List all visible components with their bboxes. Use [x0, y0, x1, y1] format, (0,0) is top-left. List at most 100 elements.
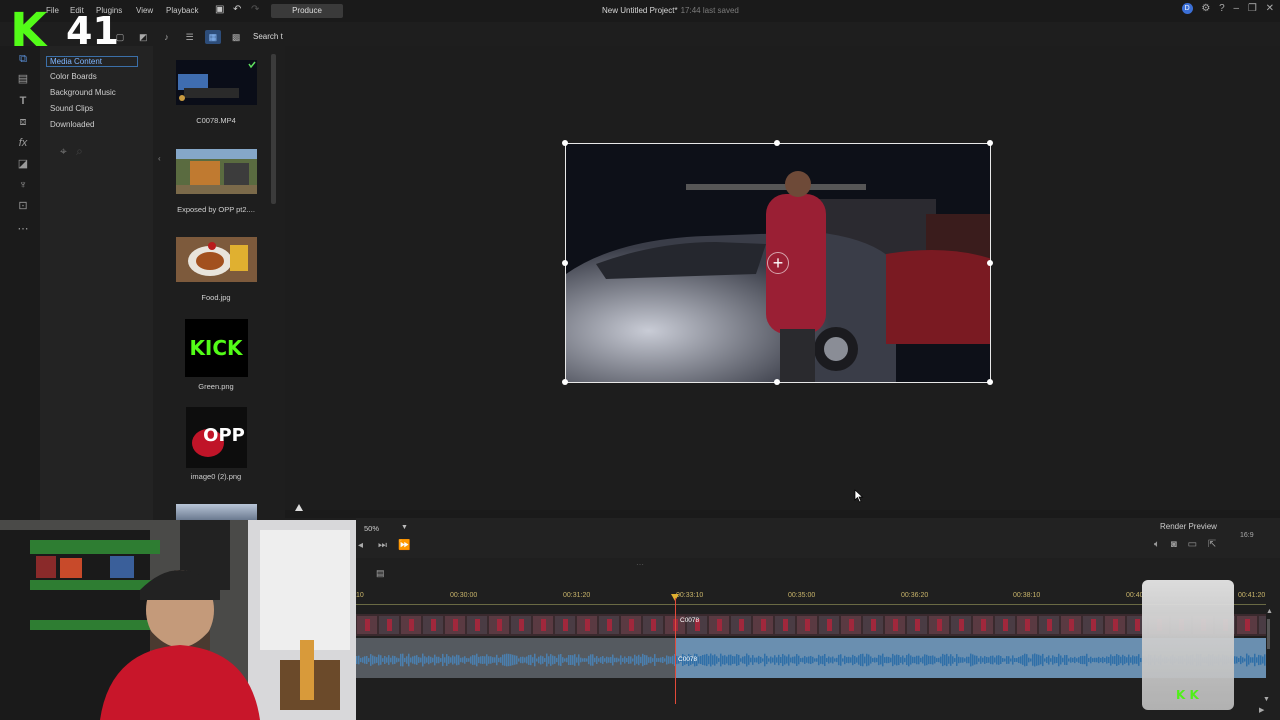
- menu-playback[interactable]: Playback: [166, 6, 198, 15]
- waveform-bar: [880, 655, 882, 665]
- fast-forward-icon[interactable]: ⏩: [398, 540, 410, 551]
- scroll-up-icon[interactable]: ▲: [1266, 608, 1273, 615]
- resize-handle-left[interactable]: [562, 260, 568, 266]
- media-room-icon[interactable]: ⧉: [16, 52, 30, 66]
- volume-icon[interactable]: 🔈︎: [1154, 539, 1160, 550]
- pip-room-icon[interactable]: ◪: [16, 157, 30, 171]
- minimize-icon[interactable]: –: [1234, 3, 1240, 14]
- undock-icon[interactable]: ⇱: [1208, 539, 1216, 550]
- transition-room-icon[interactable]: ⧈: [16, 115, 30, 129]
- waveform-bar: [916, 655, 918, 665]
- save-icon[interactable]: ▣: [215, 4, 224, 15]
- import-icon[interactable]: ▢: [112, 30, 128, 44]
- resize-handle-right[interactable]: [987, 260, 993, 266]
- timeline-ruler[interactable]: 10 00:30:00 00:31:20 00:33:10 00:35:00 0…: [356, 586, 1266, 606]
- scroll-down-icon[interactable]: ▼: [1263, 696, 1270, 703]
- waveform-bar: [436, 656, 438, 664]
- more-icon[interactable]: ⋯: [16, 222, 30, 236]
- resize-handle-top[interactable]: [774, 140, 780, 146]
- restore-icon[interactable]: ❐: [1248, 3, 1257, 14]
- timeline-vertical-scroll[interactable]: ▲: [1266, 608, 1273, 678]
- scroll-thumb[interactable]: [1267, 619, 1270, 649]
- category-sound-clips[interactable]: Sound Clips: [50, 104, 93, 113]
- waveform-bar: [478, 656, 480, 664]
- category-downloaded[interactable]: Downloaded: [50, 120, 94, 129]
- waveform-bar: [824, 653, 826, 667]
- image-filter-icon[interactable]: ◩: [135, 30, 151, 44]
- particle-room-icon[interactable]: ♆: [16, 178, 30, 192]
- waveform-bar: [712, 655, 714, 665]
- waveform-bar: [946, 653, 948, 667]
- category-media-content[interactable]: Media Content: [46, 56, 138, 67]
- waveform-bar: [358, 655, 360, 665]
- scroll-right-icon[interactable]: ▶: [1259, 706, 1264, 714]
- settings-gear-icon[interactable]: ⚙: [1201, 3, 1210, 14]
- waveform-bar: [870, 656, 872, 664]
- effects-room-icon[interactable]: ▤: [16, 72, 30, 86]
- waveform-bar: [600, 657, 602, 663]
- waveform-bar: [612, 654, 614, 666]
- waveform-bar: [588, 655, 590, 665]
- category-color-boards[interactable]: Color Boards: [50, 72, 97, 81]
- remove-tag-icon[interactable]: ⌕: [76, 144, 83, 158]
- waveform-bar: [472, 655, 474, 665]
- music-filter-icon[interactable]: ♪: [158, 30, 174, 44]
- menu-view[interactable]: View: [136, 6, 153, 15]
- collapse-arrow-icon[interactable]: ‹: [158, 154, 161, 163]
- large-grid-icon[interactable]: ▩: [228, 30, 244, 44]
- previous-frame-icon[interactable]: ◂: [358, 540, 363, 551]
- account-icon[interactable]: D: [1181, 3, 1193, 14]
- waveform-bar: [1070, 657, 1072, 663]
- resize-handle-tl[interactable]: [562, 140, 568, 146]
- resize-handle-bl[interactable]: [562, 379, 568, 385]
- render-preview-button[interactable]: Render Preview: [1160, 522, 1217, 531]
- title-room-icon[interactable]: T: [16, 94, 30, 108]
- snapshot-icon[interactable]: ◙: [1171, 539, 1177, 550]
- preview-scrubber[interactable]: [285, 504, 1280, 518]
- produce-button[interactable]: Produce: [271, 4, 343, 18]
- resize-handle-tr[interactable]: [987, 140, 993, 146]
- display-mode-icon[interactable]: ▭: [1188, 539, 1197, 550]
- playhead[interactable]: [675, 598, 676, 704]
- waveform-bar: [446, 654, 448, 666]
- zoom-dropdown-icon[interactable]: ▼: [401, 524, 408, 531]
- help-icon[interactable]: ?: [1219, 3, 1225, 14]
- search-field[interactable]: Search t: [253, 32, 283, 41]
- waveform-bar: [1014, 658, 1016, 662]
- preview-frame[interactable]: +: [565, 143, 991, 383]
- media-thumbnail: [176, 237, 257, 282]
- aspect-ratio-select[interactable]: 16:9: [1240, 532, 1254, 539]
- resize-handle-bottom[interactable]: [774, 379, 780, 385]
- redo-icon[interactable]: ↷: [251, 4, 259, 15]
- grid-view-icon[interactable]: ▦: [204, 30, 221, 44]
- next-frame-icon[interactable]: ⏭: [378, 540, 387, 551]
- timeline: ⋯ ▤ 10 00:30:00 00:31:20 00:33:10 00:35:…: [356, 558, 1280, 720]
- waveform-bar: [948, 656, 950, 664]
- add-tag-icon[interactable]: ⌖: [60, 144, 67, 158]
- list-view-icon[interactable]: ☰: [182, 30, 198, 44]
- scrubber-handle[interactable]: [295, 504, 303, 511]
- fx-room-icon[interactable]: fx: [16, 136, 30, 150]
- waveform-bar: [1252, 657, 1254, 663]
- subtitle-room-icon[interactable]: ⊡: [16, 199, 30, 213]
- video-track-clip[interactable]: C0078: [356, 614, 1266, 636]
- waveform-bar: [1118, 655, 1120, 665]
- undo-icon[interactable]: ↶: [233, 4, 241, 15]
- library-scrollbar[interactable]: [271, 54, 276, 204]
- zoom-select[interactable]: 50%: [364, 524, 379, 533]
- waveform-bar: [500, 657, 502, 663]
- resize-handle-br[interactable]: [987, 379, 993, 385]
- waveform-bar: [1132, 655, 1134, 665]
- close-icon[interactable]: ✕: [1266, 3, 1274, 14]
- audio-track-clip[interactable]: C0078: [356, 638, 1266, 678]
- waveform-bar: [754, 657, 756, 663]
- waveform-bar: [970, 653, 972, 667]
- splitter-grip[interactable]: ⋯: [636, 560, 644, 569]
- waveform-bar: [702, 654, 704, 666]
- category-background-music[interactable]: Background Music: [50, 88, 116, 97]
- waveform-bar: [878, 654, 880, 666]
- waveform-bar: [416, 655, 418, 665]
- media-thumbnail-partial[interactable]: [176, 504, 257, 520]
- move-crosshair-icon[interactable]: +: [767, 252, 789, 274]
- timeline-list-icon[interactable]: ▤: [376, 568, 385, 579]
